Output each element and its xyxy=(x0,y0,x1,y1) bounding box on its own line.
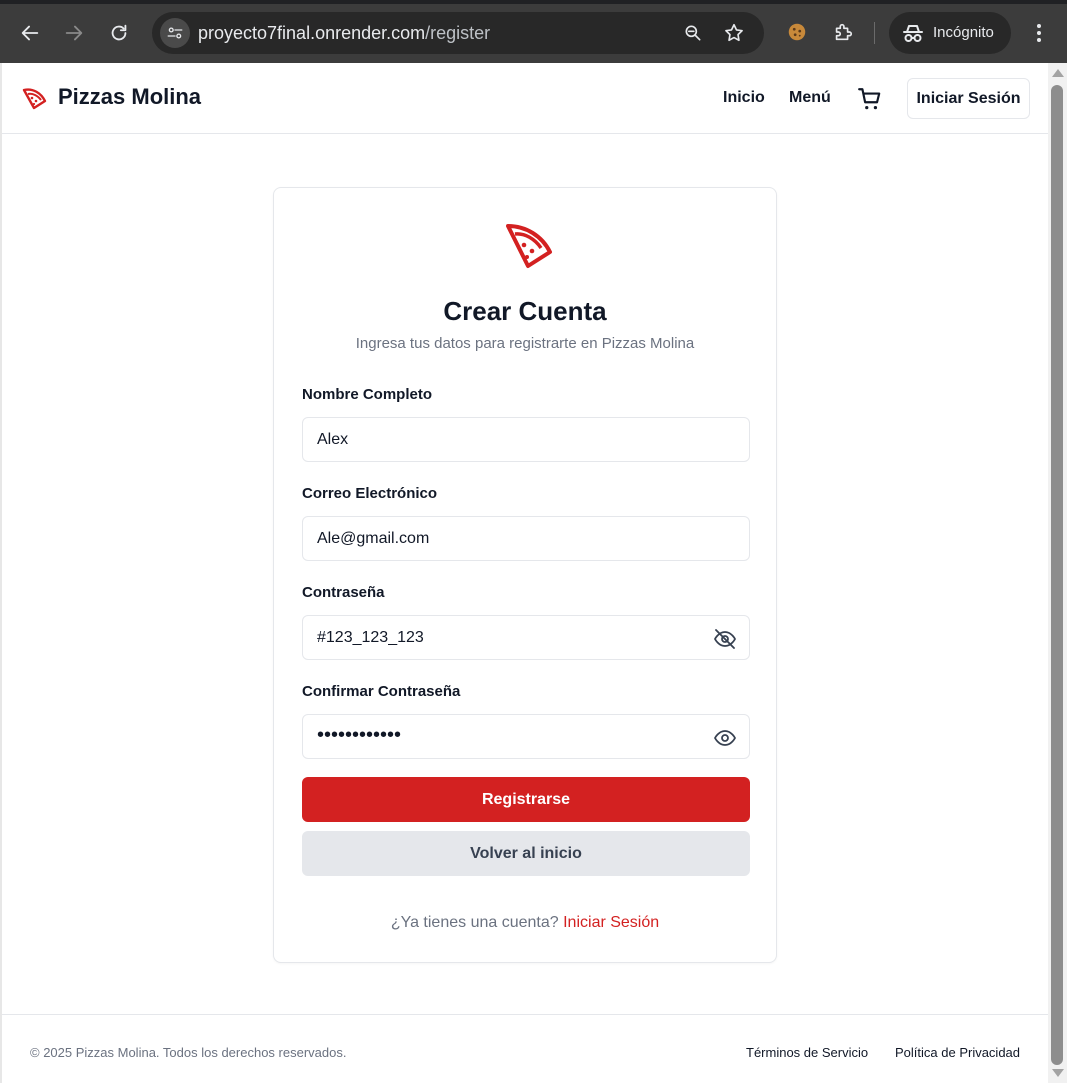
brand[interactable]: Pizzas Molina xyxy=(20,83,201,111)
eye-icon[interactable] xyxy=(713,726,737,750)
name-value: Alex xyxy=(317,431,349,448)
pizza-slice-icon xyxy=(506,224,552,268)
browser-toolbar: proyecto7final.onrender.com/register Inc… xyxy=(0,0,1067,63)
have-account-text: ¿Ya tienes una cuenta? xyxy=(390,914,559,931)
scroll-down-arrow[interactable] xyxy=(1052,1069,1064,1077)
nav-link-menu[interactable]: Menú xyxy=(789,89,831,107)
confirm-password-value: •••••••••••• xyxy=(317,724,402,746)
page-viewport: Pizzas Molina Inicio Menú Iniciar Sesión… xyxy=(0,63,1048,1083)
copyright: © 2025 Pizzas Molina. Todos los derechos… xyxy=(30,1045,347,1060)
pizza-logo-icon xyxy=(22,88,47,110)
password-label: Contraseña xyxy=(302,584,385,601)
name-label: Nombre Completo xyxy=(302,386,433,403)
password-field[interactable]: #123_123_123 xyxy=(302,615,750,660)
extensions-icon[interactable] xyxy=(830,19,856,45)
cookie-extension-icon[interactable] xyxy=(784,19,810,45)
bookmark-star-icon[interactable] xyxy=(723,22,745,44)
brand-name: Pizzas Molina xyxy=(58,84,202,109)
register-card: Crear Cuenta Ingresa tus datos para regi… xyxy=(273,187,777,963)
email-value: Ale@gmail.com xyxy=(317,530,430,547)
email-field[interactable]: Ale@gmail.com xyxy=(302,516,750,561)
tab-strip xyxy=(0,0,1067,4)
scroll-up-arrow[interactable] xyxy=(1052,69,1064,77)
url-text[interactable]: proyecto7final.onrender.com/register xyxy=(198,23,490,44)
vertical-scrollbar[interactable] xyxy=(1048,63,1067,1083)
signin-prompt: ¿Ya tienes una cuenta? Iniciar Sesión xyxy=(274,914,776,932)
site-header: Pizzas Molina Inicio Menú Iniciar Sesión xyxy=(2,63,1048,134)
header-login-button[interactable]: Iniciar Sesión xyxy=(907,78,1030,119)
terms-link[interactable]: Términos de Servicio xyxy=(746,1045,868,1060)
nav-link-inicio[interactable]: Inicio xyxy=(723,89,765,107)
confirm-password-field[interactable]: •••••••••••• xyxy=(302,714,750,759)
back-icon[interactable] xyxy=(16,19,44,47)
toolbar-separator xyxy=(874,22,875,44)
address-bar[interactable]: proyecto7final.onrender.com/register xyxy=(152,12,764,54)
forward-icon[interactable] xyxy=(60,19,88,47)
register-button[interactable]: Registrarse xyxy=(302,777,750,822)
email-label: Correo Electrónico xyxy=(302,485,438,502)
incognito-label: Incógnito xyxy=(933,24,994,41)
privacy-link[interactable]: Política de Privacidad xyxy=(895,1045,1020,1060)
name-field[interactable]: Alex xyxy=(302,417,750,462)
menu-icon[interactable] xyxy=(1028,20,1050,46)
zoom-icon[interactable] xyxy=(682,22,704,44)
site-settings-icon[interactable] xyxy=(160,18,190,48)
signin-link[interactable]: Iniciar Sesión xyxy=(563,914,659,931)
eye-off-icon[interactable] xyxy=(713,627,737,651)
page-subtitle: Ingresa tus datos para registrarte en Pi… xyxy=(355,335,695,352)
scroll-thumb[interactable] xyxy=(1051,85,1063,1065)
confirm-password-label: Confirmar Contraseña xyxy=(302,683,461,700)
cart-icon[interactable] xyxy=(857,86,883,112)
incognito-icon xyxy=(901,22,925,44)
site-footer: © 2025 Pizzas Molina. Todos los derechos… xyxy=(2,1014,1048,1083)
password-value: #123_123_123 xyxy=(317,629,424,646)
reload-icon[interactable] xyxy=(105,19,133,47)
back-home-button[interactable]: Volver al inicio xyxy=(302,831,750,876)
incognito-badge[interactable]: Incógnito xyxy=(889,12,1011,54)
page-title: Crear Cuenta xyxy=(443,296,607,326)
